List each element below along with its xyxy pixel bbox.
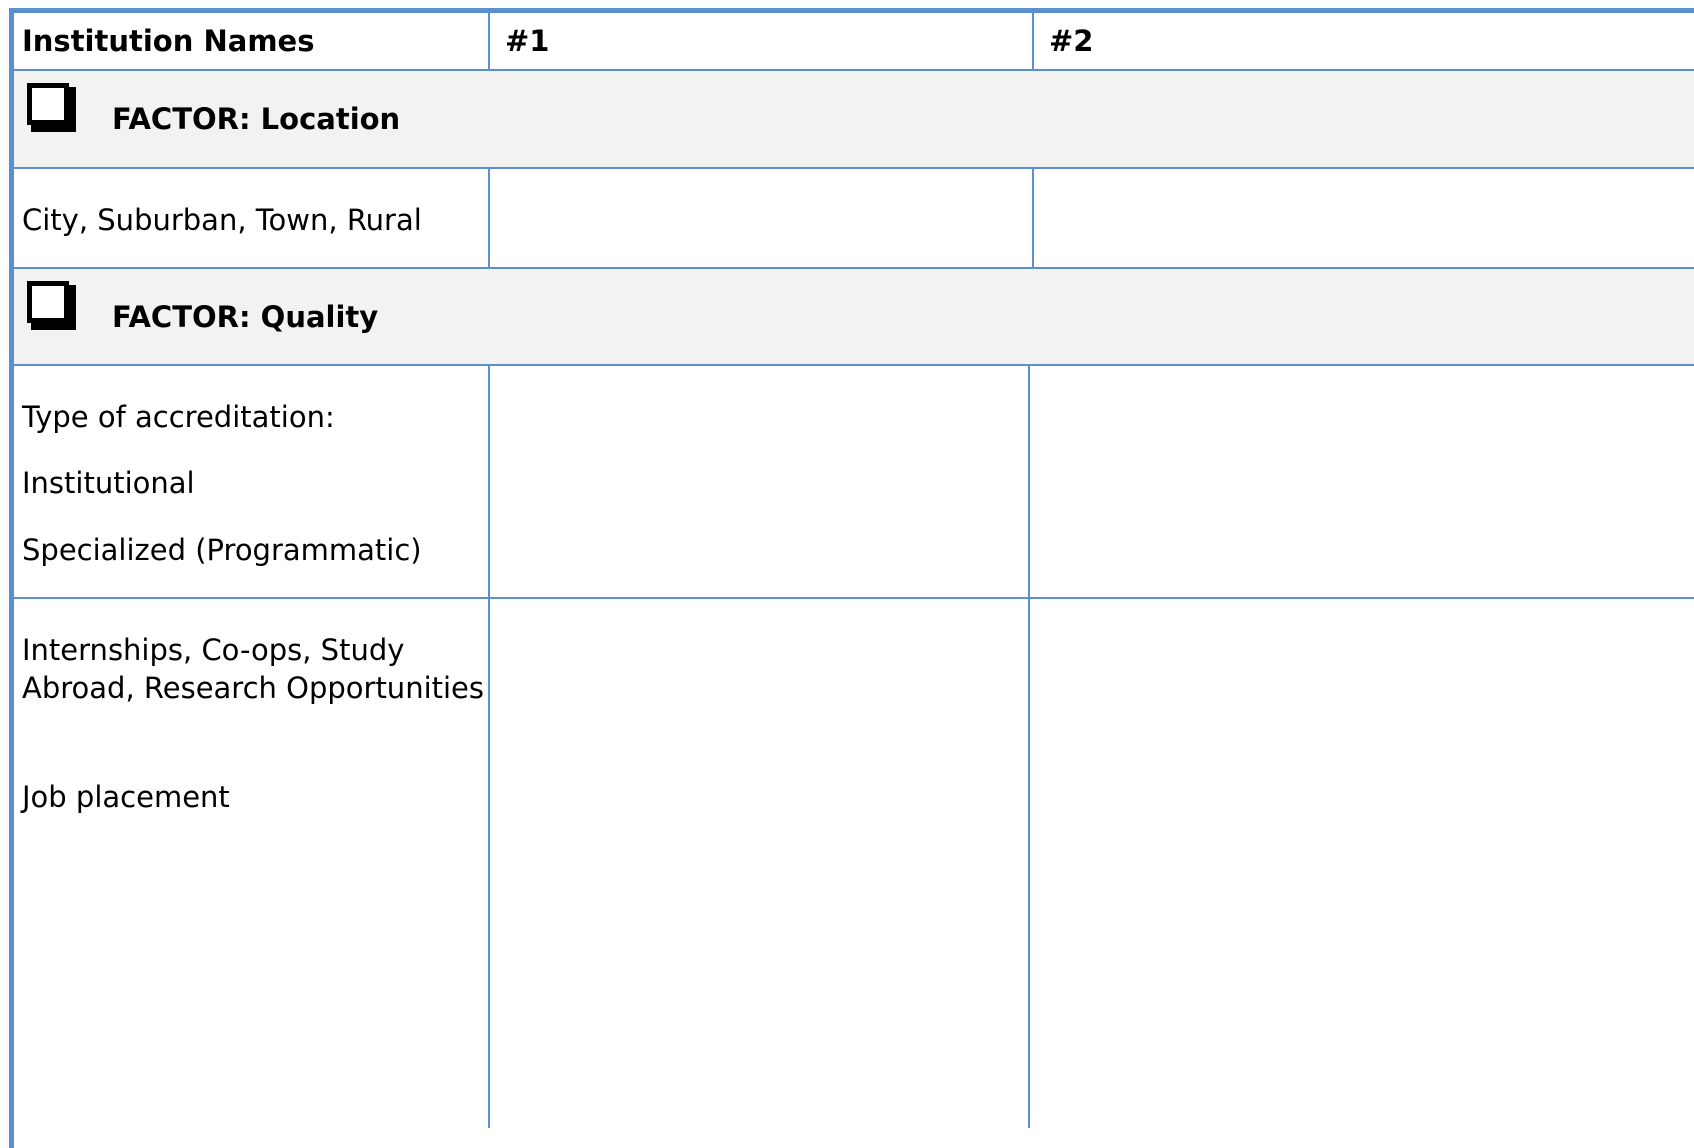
- row-label: Type of accreditation:: [22, 400, 335, 434]
- checkbox-icon[interactable]: [24, 278, 80, 334]
- row-divider: [14, 267, 1694, 269]
- cell-accreditation-2[interactable]: [1030, 366, 1694, 597]
- cell-opportunities-1[interactable]: [490, 599, 1028, 1128]
- row-divider: [14, 69, 1694, 71]
- factor-label-quality: FACTOR: Quality: [112, 300, 379, 334]
- row-label: Job placement: [22, 780, 230, 814]
- header-institution-names: Institution Names: [22, 24, 315, 58]
- row-label: Internships, Co-ops, Study: [22, 633, 405, 667]
- cell-location-2[interactable]: [1034, 169, 1694, 267]
- row-label: City, Suburban, Town, Rural: [22, 203, 422, 237]
- cell-opportunities-2[interactable]: [1030, 599, 1694, 1128]
- cell-accreditation-1[interactable]: [490, 366, 1028, 597]
- column-divider: [488, 13, 490, 70]
- header-col-1: #1: [505, 24, 550, 58]
- row-label: Institutional: [22, 466, 195, 500]
- factor-label-location: FACTOR: Location: [112, 102, 401, 136]
- header-col-2: #2: [1049, 24, 1094, 58]
- checkbox-icon[interactable]: [24, 80, 80, 136]
- row-label: Abroad, Research Opportunities: [22, 671, 485, 705]
- column-divider: [1032, 13, 1034, 70]
- cell-location-1[interactable]: [490, 169, 1032, 267]
- row-label: Specialized (Programmatic): [22, 533, 422, 567]
